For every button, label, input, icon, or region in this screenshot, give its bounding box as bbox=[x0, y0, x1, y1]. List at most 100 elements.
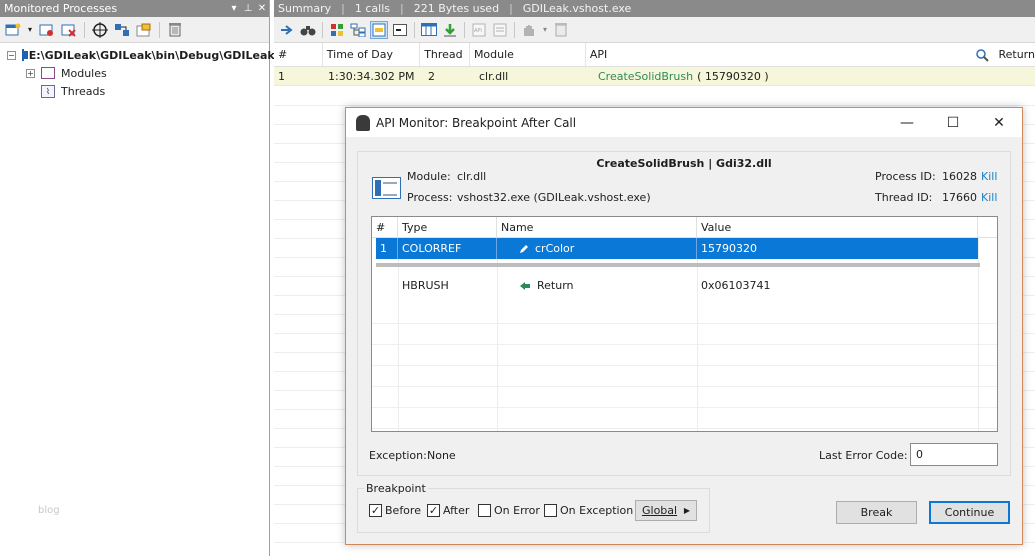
threads-label: Threads bbox=[61, 84, 106, 98]
pane-title: Monitored Processes bbox=[4, 2, 118, 15]
close-icon[interactable]: ✕ bbox=[976, 115, 1022, 131]
on-exception-checkbox[interactable]: On Exception bbox=[544, 504, 633, 517]
before-label: Before bbox=[385, 504, 421, 517]
col-module[interactable]: Module bbox=[470, 43, 586, 66]
col-thread[interactable]: Thread bbox=[420, 43, 470, 66]
module-label: Module: bbox=[407, 170, 451, 183]
global-label: Global bbox=[642, 504, 678, 517]
table-row[interactable]: 1 1:30:34.302 PM 2 clr.dll CreateSolidBr… bbox=[274, 67, 1035, 86]
find-icon[interactable] bbox=[299, 21, 317, 39]
dropdown-arrow-icon[interactable]: ▾ bbox=[541, 21, 549, 39]
col-time[interactable]: Time of Day bbox=[323, 43, 421, 66]
highlight-icon[interactable] bbox=[370, 20, 388, 39]
tree-item-modules[interactable]: + Modules bbox=[0, 64, 269, 82]
last-error-label: Last Error Code: bbox=[819, 449, 908, 462]
calls-count: 1 calls bbox=[354, 2, 391, 15]
on-error-checkbox[interactable]: On Error bbox=[478, 504, 540, 517]
pane-title-bar: Monitored Processes ▾ ⊥ ✕ bbox=[0, 0, 269, 17]
api-monitor-app-icon bbox=[356, 114, 370, 131]
param-name: crColor bbox=[535, 242, 575, 255]
toolbar-separator bbox=[84, 21, 85, 38]
color-icon[interactable] bbox=[328, 21, 346, 39]
close-pane-icon[interactable]: ✕ bbox=[255, 3, 269, 14]
monitor-icon[interactable] bbox=[38, 21, 56, 39]
param-col-type[interactable]: Type bbox=[398, 217, 497, 237]
before-checkbox[interactable]: ✓ Before bbox=[369, 504, 421, 517]
process-tree: − E:\GDILeak\GDILeak\bin\Debug\GDILeak.v… bbox=[0, 43, 286, 100]
trash-icon[interactable] bbox=[552, 21, 570, 39]
minimize-icon[interactable]: — bbox=[884, 115, 930, 131]
break-button[interactable]: Break bbox=[836, 501, 917, 524]
calls-grid-header: # Time of Day Thread Module API Return bbox=[274, 43, 1035, 67]
thread-id-value: 17660 bbox=[942, 191, 977, 204]
on-exception-check-icon[interactable] bbox=[544, 504, 557, 517]
after-checkbox[interactable]: ✓ After bbox=[427, 504, 469, 517]
pane-menu-icon[interactable]: ▾ bbox=[227, 3, 241, 14]
api-args: ( 15790320 ) bbox=[697, 69, 769, 83]
process-value: vshost32.exe (GDILeak.vshost.exe) bbox=[457, 191, 651, 204]
row-thread: 2 bbox=[428, 69, 435, 83]
trash-icon[interactable] bbox=[166, 21, 184, 39]
tree-item-process[interactable]: − E:\GDILeak\GDILeak\bin\Debug\GDILeak.v bbox=[0, 46, 286, 64]
go-icon[interactable] bbox=[278, 21, 296, 39]
export-icon[interactable] bbox=[441, 21, 459, 39]
tree-icon[interactable] bbox=[349, 21, 367, 39]
kill-thread-link[interactable]: Kill bbox=[981, 191, 997, 204]
pin-icon[interactable]: ⊥ bbox=[241, 3, 255, 14]
search-icon[interactable] bbox=[975, 43, 994, 66]
on-error-check-icon[interactable] bbox=[478, 504, 491, 517]
toolbar-separator bbox=[414, 21, 415, 38]
param-row[interactable]: 1 COLORREF crColor 15790320 bbox=[376, 238, 978, 259]
dropdown-arrow-icon[interactable]: ▾ bbox=[26, 21, 34, 39]
return-arrow-icon bbox=[519, 281, 531, 291]
global-button[interactable]: Global ▶ bbox=[635, 500, 697, 521]
param-col-name[interactable]: Name bbox=[497, 217, 697, 237]
col-num[interactable]: # bbox=[274, 43, 323, 66]
new-process-icon[interactable] bbox=[4, 21, 22, 39]
after-check-icon[interactable]: ✓ bbox=[427, 504, 440, 517]
return-num bbox=[372, 275, 398, 296]
row-time: 1:30:34.302 PM bbox=[328, 69, 415, 83]
columns-icon[interactable] bbox=[420, 21, 438, 39]
modules-label: Modules bbox=[61, 66, 107, 80]
calls-icon[interactable] bbox=[491, 21, 509, 39]
expand-icon[interactable]: + bbox=[26, 68, 35, 78]
before-check-icon[interactable]: ✓ bbox=[369, 504, 382, 517]
param-col-num[interactable]: # bbox=[372, 217, 398, 237]
svg-text:API: API bbox=[474, 28, 482, 34]
toolbar-separator bbox=[159, 21, 160, 38]
param-col-value[interactable]: Value bbox=[697, 217, 978, 237]
api-icon[interactable]: API bbox=[470, 21, 488, 39]
options-icon[interactable] bbox=[135, 21, 153, 39]
console-icon[interactable] bbox=[391, 21, 409, 39]
hook-icon[interactable] bbox=[113, 21, 131, 39]
toolbar-separator bbox=[514, 21, 515, 38]
col-return[interactable]: Return bbox=[994, 43, 1035, 66]
row-num: 1 bbox=[278, 69, 285, 83]
return-row[interactable]: HBRUSH Return 0x06103741 bbox=[372, 275, 997, 296]
tree-item-threads[interactable]: ⌇ Threads bbox=[0, 82, 269, 100]
param-value: 15790320 bbox=[701, 242, 757, 255]
toolbar-separator bbox=[464, 21, 465, 38]
return-value: 0x06103741 bbox=[701, 279, 771, 292]
target-icon[interactable] bbox=[91, 21, 109, 39]
remove-icon[interactable] bbox=[60, 21, 78, 39]
process-label: Process: bbox=[407, 191, 453, 204]
thread-id-label: Thread ID: bbox=[875, 191, 933, 204]
hand-icon[interactable] bbox=[520, 21, 538, 39]
column-line bbox=[978, 217, 979, 431]
watermark: blog bbox=[38, 505, 60, 516]
continue-button[interactable]: Continue bbox=[929, 501, 1010, 524]
col-api[interactable]: API bbox=[586, 43, 975, 66]
summary-process: GDILeak.vshost.exe bbox=[522, 2, 632, 15]
left-toolbar: ▾ bbox=[0, 17, 269, 43]
kill-process-link[interactable]: Kill bbox=[981, 170, 997, 183]
last-error-field[interactable]: 0 bbox=[910, 443, 998, 466]
function-title: CreateSolidBrush | Gdi32.dll bbox=[596, 157, 772, 170]
module-value: clr.dll bbox=[457, 170, 487, 183]
api-function-link[interactable]: CreateSolidBrush bbox=[598, 70, 693, 83]
after-label: After bbox=[443, 504, 470, 517]
params-header: # Type Name Value bbox=[372, 217, 997, 238]
maximize-icon[interactable]: ☐ bbox=[930, 115, 976, 131]
collapse-icon[interactable]: − bbox=[7, 50, 16, 60]
